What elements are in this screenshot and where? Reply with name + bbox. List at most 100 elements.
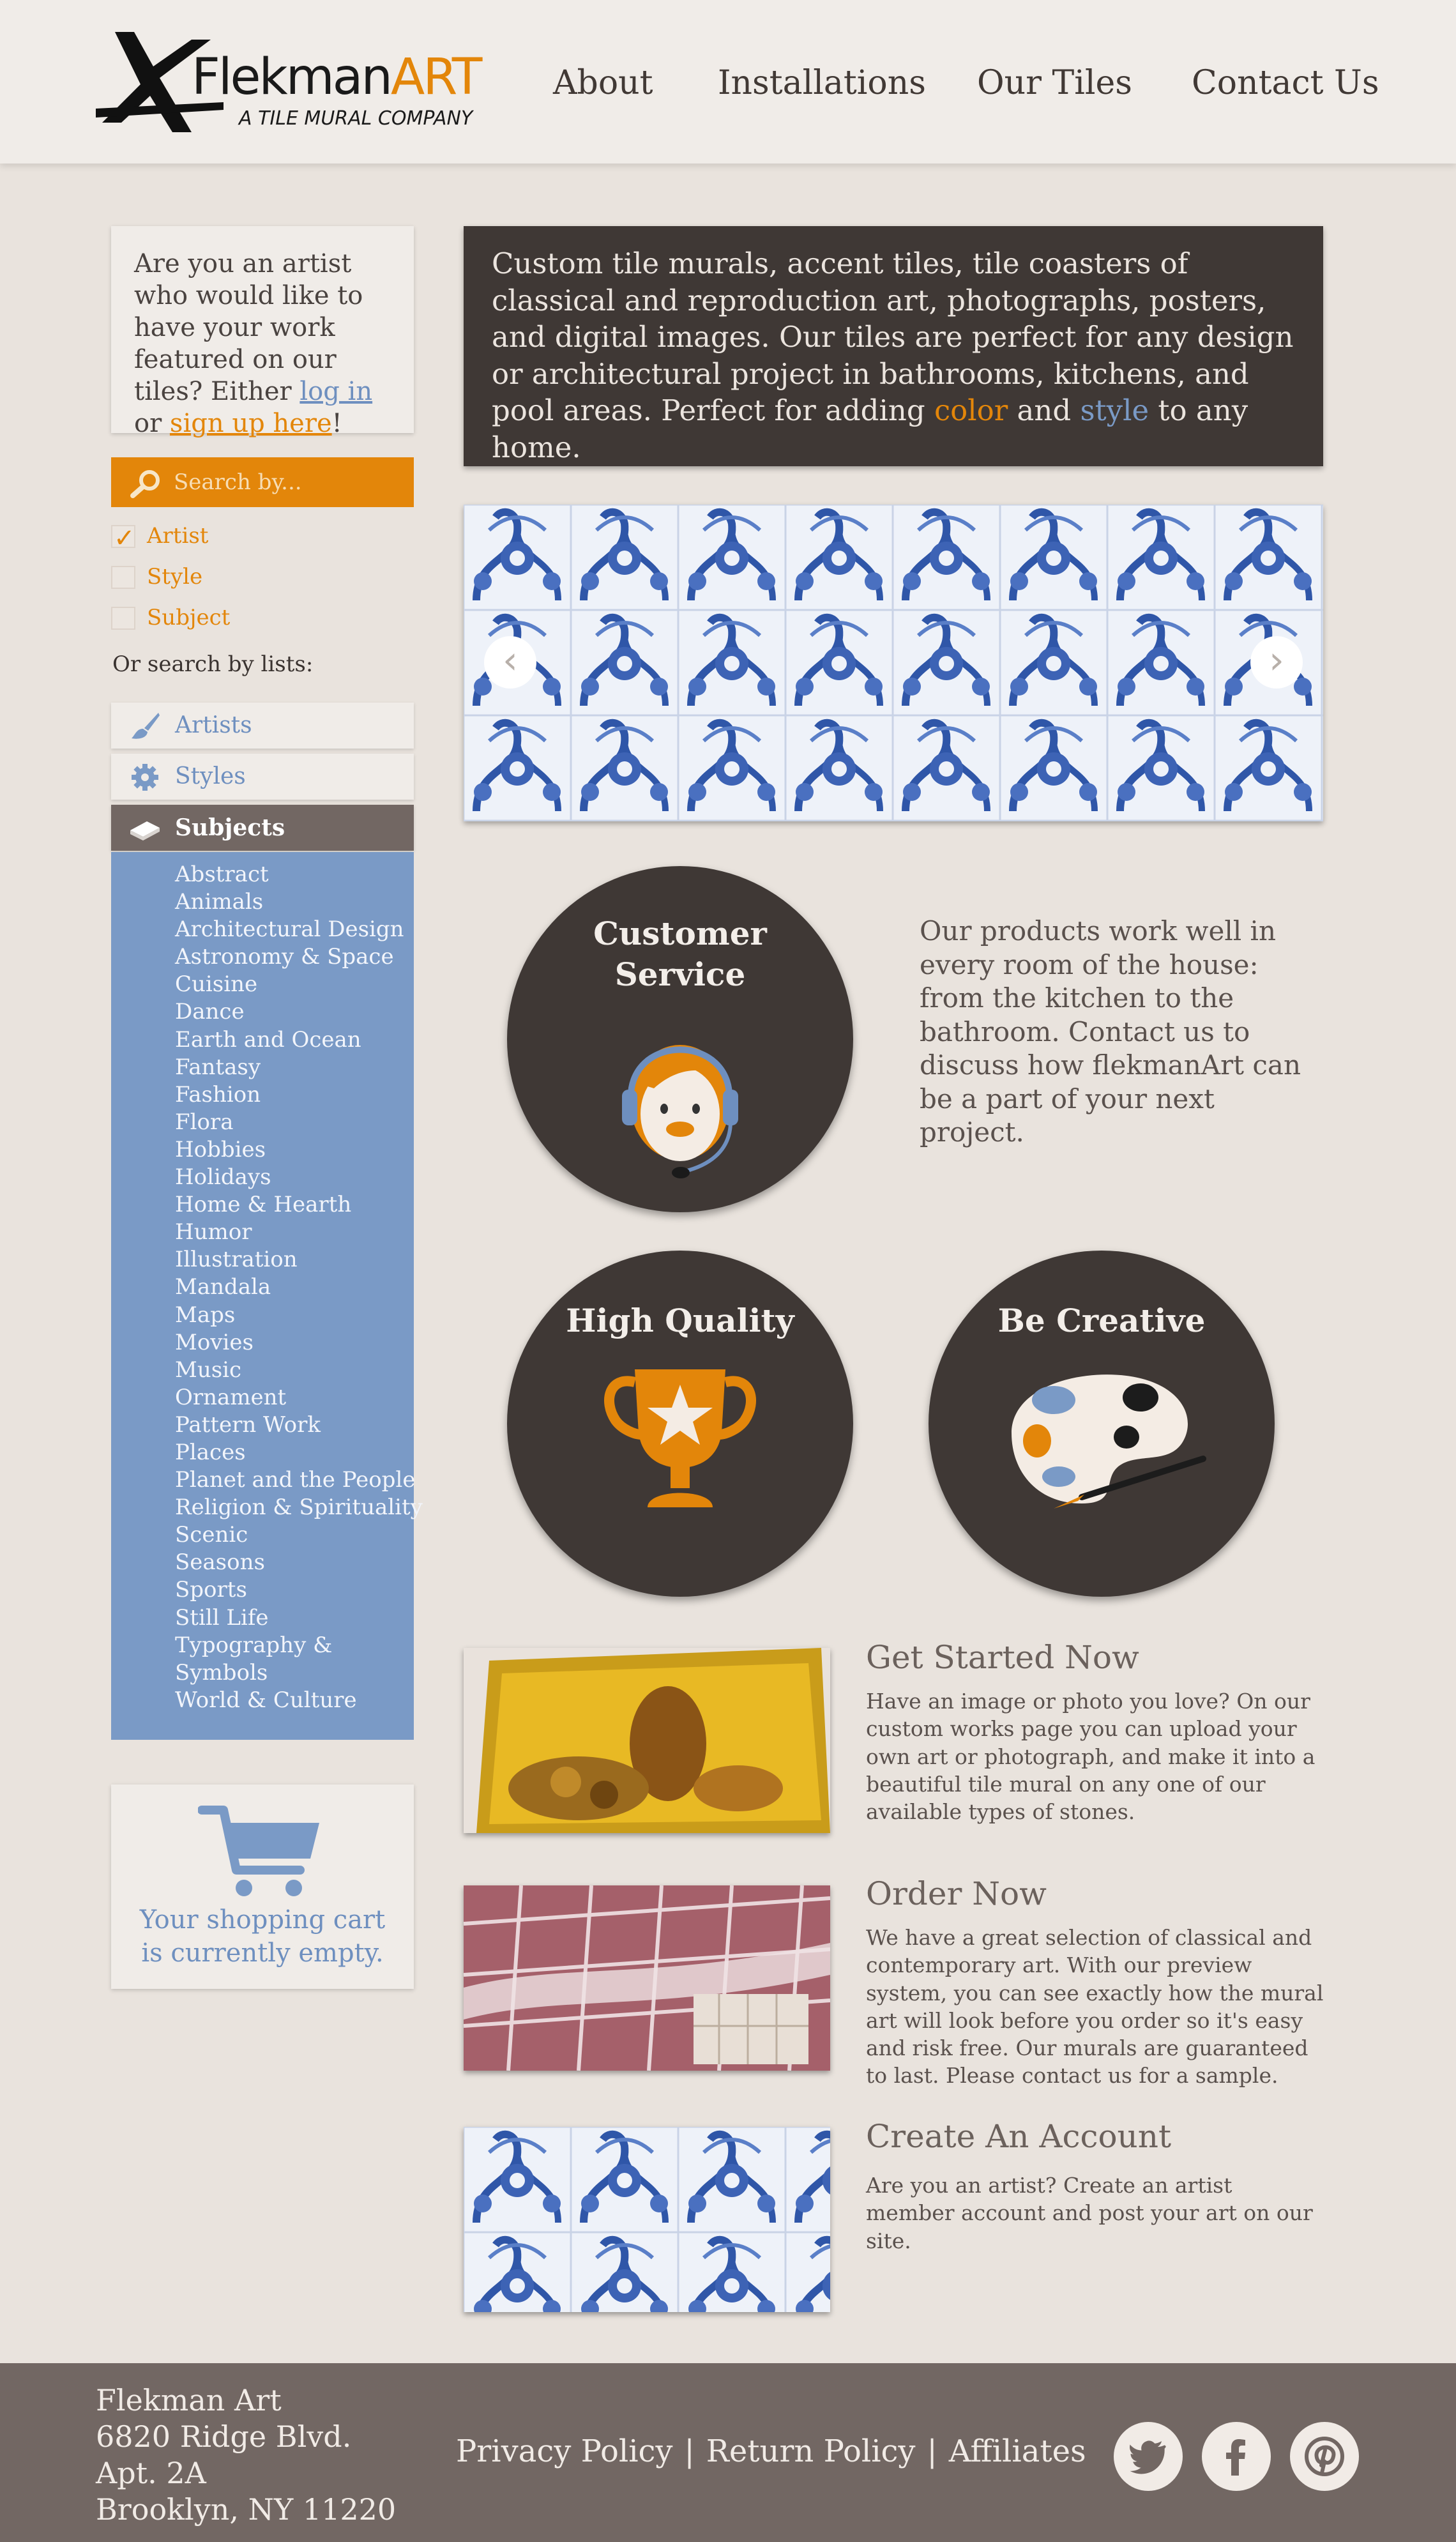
intro-style-word: style [1080,393,1149,427]
subject-item[interactable]: Scenic [175,1521,423,1549]
filter-style-checkbox[interactable] [111,566,135,589]
subject-item[interactable]: Seasons [175,1549,423,1576]
subject-item[interactable]: Symbols [175,1659,423,1687]
list-subjects-button[interactable]: Subjects [111,805,414,851]
create-account-title[interactable]: Create An Account [866,2118,1171,2155]
shopping-cart-icon [198,1806,319,1896]
still-life-painting-image [464,1648,830,1833]
filter-subject-checkbox[interactable] [111,607,135,630]
headset-agent-icon [622,1045,738,1178]
tile-samples-image [464,1885,830,2071]
nav-about[interactable]: About [553,64,653,102]
subject-item[interactable]: Ornament [175,1384,423,1412]
subject-item[interactable]: Holidays [175,1164,423,1191]
get-started-body: Have an image or photo you love? On our … [866,1689,1316,1825]
list-subjects-label: Subjects [175,814,285,841]
filter-artist-checkbox[interactable]: ✓ [111,524,135,553]
create-account-body: Are you an artist? Create an artist memb… [866,2173,1313,2253]
cart-line-1: Your shopping cart [139,1905,386,1935]
order-now-image[interactable] [464,1885,830,2071]
checkmark-icon: ✓ [114,524,135,553]
search-input[interactable]: Search by... [111,457,414,507]
affiliates-link[interactable]: Affiliates [949,2433,1086,2469]
pinterest-icon [1305,2437,1344,2476]
nav-contact-us[interactable]: Contact Us [1192,64,1379,102]
paint-palette-icon [1012,1374,1206,1509]
or-search-label: Or search by lists: [112,651,314,677]
subject-item[interactable]: Still Life [175,1604,423,1632]
blue-tile-mural-image [464,2127,830,2312]
footer-links: Privacy Policy | Return Policy | Affiliates [456,2433,1086,2469]
login-link[interactable]: log in [300,377,372,406]
subject-item[interactable]: Planet and the People [175,1466,423,1494]
subject-item[interactable]: Home & Hearth [175,1191,423,1219]
logo-tagline: A TILE MURAL COMPANY [239,107,473,130]
artist-invite-box: Are you an artist who would like to have… [111,226,414,438]
list-styles-label: Styles [175,763,246,789]
return-policy-link[interactable]: Return Policy [706,2433,916,2469]
order-now-title[interactable]: Order Now [866,1875,1047,1912]
subject-item[interactable]: Typography & [175,1632,423,1659]
intro-color-word: color [934,393,1008,427]
subject-item[interactable]: Architectural Design [175,916,423,943]
facebook-button[interactable] [1202,2422,1271,2491]
nav-our-tiles[interactable]: Our Tiles [977,64,1132,102]
subject-item[interactable]: Movies [175,1329,423,1357]
facebook-icon [1226,2439,1245,2476]
subject-item[interactable]: Maps [175,1302,423,1329]
subject-item[interactable]: Music [175,1357,423,1384]
create-account-image[interactable] [464,2127,830,2312]
pinterest-button[interactable] [1290,2422,1359,2491]
signup-link[interactable]: sign up here [170,409,332,438]
list-styles-button[interactable]: Styles [111,754,414,800]
subject-item[interactable]: Religion & Spirituality [175,1494,423,1521]
high-quality-circle[interactable]: High Quality [507,1251,853,1597]
intro-box: Custom tile murals, accent tiles, tile c… [464,226,1323,466]
subject-item[interactable]: Astronomy & Space [175,943,423,971]
subject-item[interactable]: Fantasy [175,1054,423,1081]
slider-prev-button[interactable]: ‹ [484,636,536,689]
list-artists-button[interactable]: Artists [111,703,414,749]
subject-item[interactable]: Dance [175,998,423,1026]
twitter-button[interactable] [1114,2422,1183,2491]
list-artists-label: Artists [175,712,252,738]
footer-separator: | [684,2433,695,2469]
subject-item[interactable]: Mandala [175,1274,423,1301]
subjects-list-panel: Abstract Animals Architectural Design Astro… [111,852,423,1740]
site-header: FlekmanART A TILE MURAL COMPANY About In… [0,0,1456,164]
subject-item[interactable]: Pattern Work [175,1412,423,1439]
search-icon [130,470,160,498]
twitter-icon [1130,2440,1166,2474]
order-now-body: We have a great selection of classical a… [866,1925,1324,2089]
footer-apt: Apt. 2A [96,2456,206,2490]
subject-item[interactable]: Places [175,1439,423,1466]
shopping-cart-box[interactable]: Your shopping cart is currently empty. [111,1785,414,1989]
subject-item[interactable]: Fashion [175,1081,423,1109]
footer-city: Brooklyn, NY 11220 [96,2492,397,2527]
slider-next-button[interactable]: › [1250,636,1303,689]
image-slider[interactable]: ‹ › [464,505,1323,821]
customer-service-title: Customer Service [507,913,853,995]
subject-item[interactable]: Abstract [175,861,423,888]
subject-item[interactable]: Earth and Ocean [175,1026,423,1054]
subject-item[interactable]: Cuisine [175,971,423,998]
subject-item[interactable]: Hobbies [175,1136,423,1164]
privacy-policy-link[interactable]: Privacy Policy [456,2433,673,2469]
subject-item[interactable]: Animals [175,888,423,916]
main-nav: About Installations Our Tiles Contact Us [0,64,1456,109]
artist-invite-end: ! [331,409,342,438]
nav-installations[interactable]: Installations [718,64,926,102]
subject-item[interactable]: Flora [175,1109,423,1136]
subject-item[interactable]: World & Culture [175,1687,423,1714]
customer-service-title-line1: Customer [593,915,767,952]
filter-artist-label: Artist [147,523,209,549]
customer-service-circle[interactable]: Customer Service [507,866,853,1212]
footer-company-name: Flekman Art [96,2383,282,2417]
get-started-title[interactable]: Get Started Now [866,1639,1139,1676]
subject-item[interactable]: Sports [175,1576,423,1604]
intro-and-word: and [1008,393,1081,427]
be-creative-circle[interactable]: Be Creative [929,1251,1275,1597]
subject-item[interactable]: Humor [175,1219,423,1246]
subject-item[interactable]: Illustration [175,1246,423,1274]
get-started-image[interactable] [464,1648,830,1833]
